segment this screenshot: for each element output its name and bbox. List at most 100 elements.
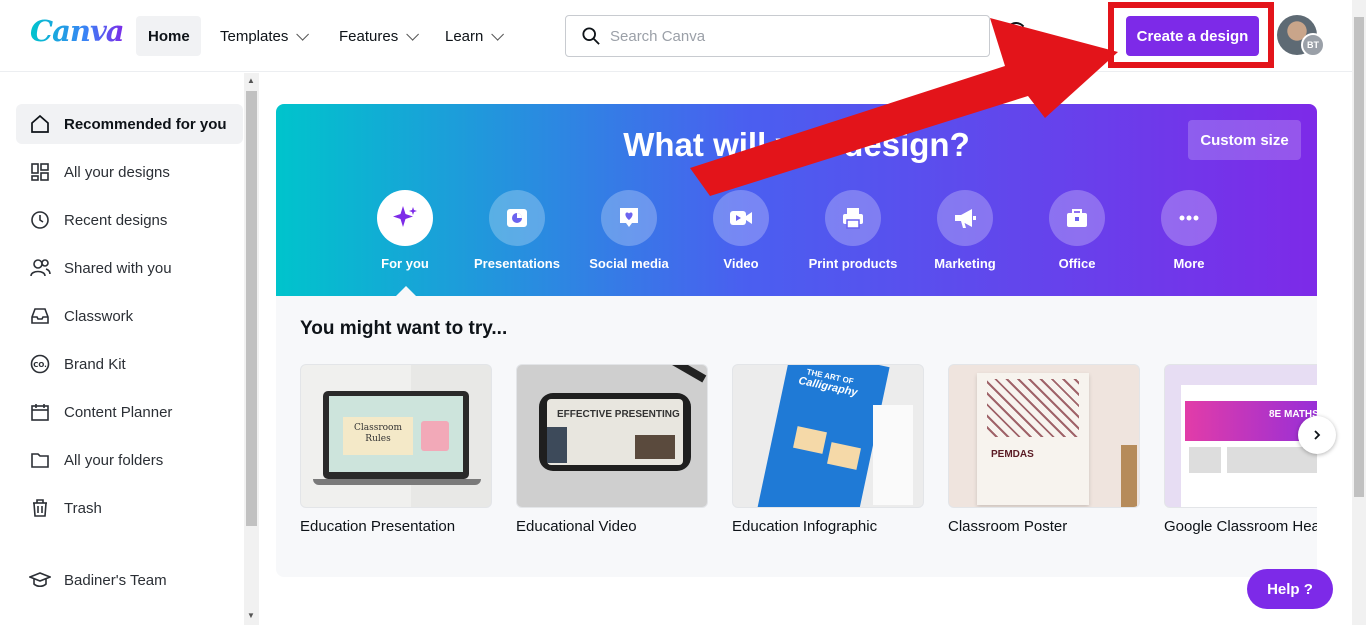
sidebar-item-recommended[interactable]: Recommended for you — [16, 104, 243, 144]
card-thumbnail: Classroom Rules — [300, 364, 492, 508]
folder-icon — [29, 449, 51, 471]
sidebar-item-folders[interactable]: All your folders — [16, 440, 243, 480]
thumb-text: Classroom — [353, 423, 403, 433]
category-label: Marketing — [934, 256, 996, 271]
sparkle-icon — [377, 190, 433, 246]
card-title: Educational Video — [516, 518, 637, 535]
briefcase-icon — [1049, 190, 1105, 246]
hero-title: What will you design? — [623, 126, 970, 163]
presentation-icon — [489, 190, 545, 246]
card-thumbnail: EFFECTIVE PRESENTING — [516, 364, 708, 508]
category-label: More — [1173, 256, 1205, 271]
search-input[interactable] — [610, 27, 970, 45]
sidebar-item-label: Brand Kit — [64, 355, 126, 373]
inbox-icon — [29, 305, 51, 327]
hero-banner: What will you design? Custom size For yo… — [276, 104, 1317, 296]
template-card[interactable]: 8E MATHS Google Classroom Hea — [1164, 364, 1317, 535]
help-button[interactable]: Help ? — [1247, 569, 1333, 609]
calendar-icon — [29, 401, 51, 423]
template-card[interactable]: PEMDAS Classroom Poster — [948, 364, 1140, 535]
card-title: Education Presentation — [300, 518, 456, 535]
sidebar-scrollbar[interactable]: ▲ ▼ — [244, 73, 259, 625]
category-label: Office — [1058, 256, 1096, 271]
card-title: Google Classroom Hea — [1164, 518, 1317, 535]
sidebar-item-brand-kit[interactable]: CO. Brand Kit — [16, 344, 243, 384]
category-more[interactable]: More — [1133, 190, 1245, 271]
carousel-next-button[interactable] — [1298, 416, 1336, 454]
custom-size-button[interactable]: Custom size — [1188, 120, 1301, 160]
sidebar: Recommended for you All your designs Rec… — [0, 73, 244, 625]
selected-category-notch — [396, 286, 416, 296]
nav-learn-label: Learn — [445, 27, 484, 45]
category-label: Video — [723, 256, 759, 271]
category-label: For you — [381, 256, 429, 271]
svg-text:CO.: CO. — [33, 361, 47, 369]
sidebar-item-label: Shared with you — [64, 259, 172, 277]
brand-icon: CO. — [29, 353, 51, 375]
nav-home[interactable]: Home — [136, 16, 201, 56]
megaphone-icon — [937, 190, 993, 246]
category-print-products[interactable]: Print products — [797, 190, 909, 271]
sidebar-item-label: Classwork — [64, 307, 134, 325]
template-card[interactable]: THE ART OF Calligraphy Education Infogra… — [732, 364, 924, 535]
chevron-down-icon — [491, 27, 505, 41]
nav-templates[interactable]: Templates — [208, 16, 317, 56]
sidebar-item-all-designs[interactable]: All your designs — [16, 152, 243, 192]
category-for-you[interactable]: For you — [349, 190, 461, 271]
sidebar-item-label: Content Planner — [64, 403, 173, 421]
avatar-initials-badge: BT — [1301, 33, 1325, 57]
clock-icon — [29, 209, 51, 231]
canva-logo[interactable]: Canva — [30, 14, 125, 48]
nav-templates-label: Templates — [220, 27, 289, 45]
people-icon — [29, 257, 51, 279]
nav-learn[interactable]: Learn — [433, 16, 512, 56]
sidebar-item-label: All your folders — [64, 451, 164, 469]
category-office[interactable]: Office — [1021, 190, 1133, 271]
page-scrollbar[interactable] — [1352, 0, 1366, 625]
printer-icon — [825, 190, 881, 246]
sidebar-item-content-planner[interactable]: Content Planner — [16, 392, 243, 432]
sidebar-item-label: Recent designs — [64, 211, 168, 229]
more-dots-icon — [1161, 190, 1217, 246]
sidebar-item-shared[interactable]: Shared with you — [16, 248, 243, 288]
thumb-text: PEMDAS — [991, 449, 1034, 460]
search-box[interactable] — [565, 15, 990, 57]
category-label: Social media — [589, 256, 669, 271]
sidebar-team-label: Badiner's Team — [64, 571, 167, 589]
category-video[interactable]: Video — [685, 190, 797, 271]
category-label: Print products — [808, 256, 898, 271]
template-card[interactable]: Classroom Rules Education Presentation — [300, 364, 492, 535]
search-icon — [582, 27, 600, 45]
graduation-cap-icon — [29, 569, 51, 591]
category-presentations[interactable]: Presentations — [461, 190, 573, 271]
sidebar-item-recent[interactable]: Recent designs — [16, 200, 243, 240]
sidebar-item-label: All your designs — [64, 163, 170, 181]
top-bar: Canva Home Templates Features Learn Crea… — [0, 0, 1352, 72]
sidebar-item-trash[interactable]: Trash — [16, 488, 243, 528]
grid-icon — [29, 161, 51, 183]
chevron-down-icon — [296, 27, 310, 41]
sidebar-item-label: Trash — [64, 499, 102, 517]
suggestions-panel: You might want to try... Classroom Rules… — [276, 296, 1317, 577]
card-thumbnail: PEMDAS — [948, 364, 1140, 508]
category-social-media[interactable]: Social media — [573, 190, 685, 271]
sidebar-item-classwork[interactable]: Classwork — [16, 296, 243, 336]
thumb-text: EFFECTIVE PRESENTING — [557, 409, 680, 420]
nav-home-label: Home — [148, 27, 190, 45]
category-marketing[interactable]: Marketing — [909, 190, 1021, 271]
home-icon — [29, 113, 51, 135]
card-thumbnail: THE ART OF Calligraphy — [732, 364, 924, 508]
suggestions-title: You might want to try... — [300, 318, 508, 339]
trash-icon — [29, 497, 51, 519]
sidebar-item-team[interactable]: Badiner's Team — [16, 560, 243, 600]
template-card[interactable]: EFFECTIVE PRESENTING Educational Video — [516, 364, 708, 535]
heart-chat-icon — [601, 190, 657, 246]
thumb-text: Rules — [365, 434, 391, 444]
help-circle-icon[interactable] — [1004, 22, 1028, 50]
nav-features[interactable]: Features — [327, 16, 427, 56]
nav-features-label: Features — [339, 27, 399, 45]
card-title: Classroom Poster — [948, 518, 1068, 535]
chevron-down-icon — [406, 27, 420, 41]
card-title: Education Infographic — [732, 518, 878, 535]
chevron-right-icon — [1314, 430, 1321, 440]
